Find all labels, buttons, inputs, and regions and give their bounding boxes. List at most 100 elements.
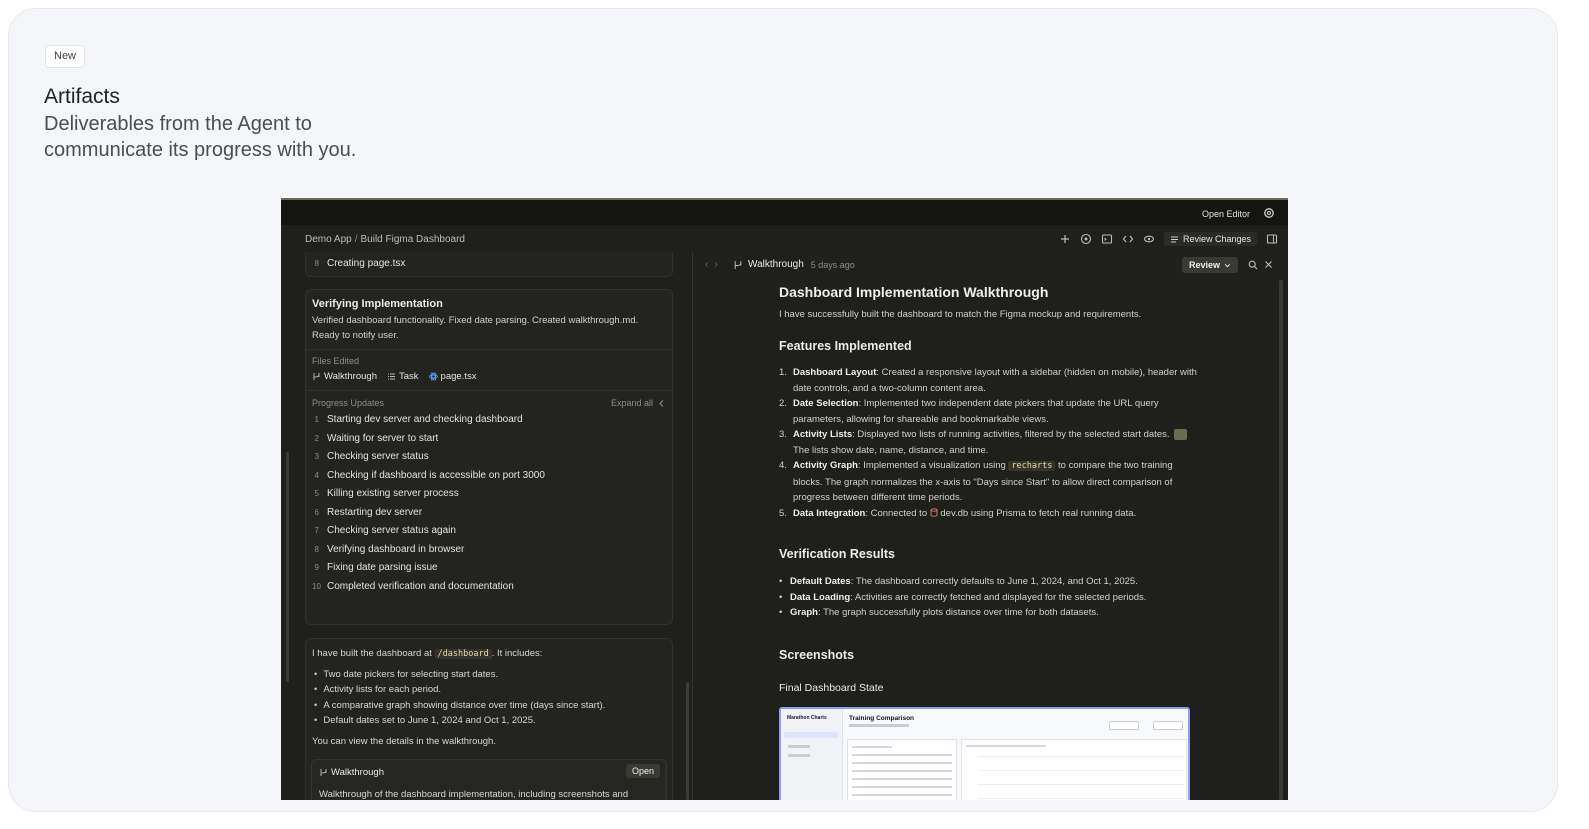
breadcrumb-project[interactable]: Demo App [305, 234, 352, 245]
preview-chart-title-line [966, 745, 1046, 747]
list-item: 1. Dashboard Layout: Created a responsive… [779, 365, 1199, 396]
walkthrough-icon [313, 373, 320, 380]
search-icon[interactable] [1248, 260, 1258, 270]
chevron-left-icon [659, 399, 664, 407]
file-walkthrough[interactable]: Walkthrough [312, 371, 377, 382]
step-number: 2 [314, 433, 319, 443]
item-bold: Default Dates [790, 576, 851, 587]
preview-gridline [978, 770, 1184, 771]
progress-updates-label: Progress Updates [312, 398, 385, 408]
expand-all-button[interactable]: Expand all [611, 398, 666, 408]
step-item[interactable]: 8 Verifying dashboard in browser [312, 544, 666, 555]
code-icon[interactable] [1122, 233, 1134, 245]
step-item[interactable]: 3 Checking server status [312, 451, 666, 462]
github-icon[interactable] [1080, 233, 1092, 245]
section-subtitle: Deliverables from the Agent to communica… [44, 113, 357, 161]
step-number: 6 [314, 507, 319, 517]
review-changes-button[interactable]: Review Changes [1163, 232, 1257, 246]
step-label: Creating page.tsx [327, 258, 406, 269]
step-label: Verifying dashboard in browser [327, 543, 465, 555]
step-item[interactable]: 9 Fixing date parsing issue [312, 562, 666, 573]
preview-table-row [852, 794, 952, 796]
item-text: : Displayed two lists of running activit… [852, 429, 1170, 440]
db-link[interactable]: dev.db [940, 508, 968, 519]
plus-icon[interactable] [1059, 233, 1071, 245]
forward-arrow-icon[interactable]: › [714, 259, 717, 270]
step-label: Restarting dev server [327, 506, 423, 518]
message-outro: You can view the details in the walkthro… [312, 735, 496, 747]
close-icon[interactable] [1264, 260, 1273, 269]
open-editor-button[interactable]: Open Editor [1202, 209, 1250, 219]
open-walkthrough-button[interactable]: Open [625, 764, 660, 778]
doc-title: Dashboard Implementation Walkthrough [779, 284, 1049, 300]
left-scrollbar[interactable] [286, 452, 289, 682]
review-dropdown[interactable]: Review [1181, 257, 1238, 273]
walkthrough-card[interactable]: Walkthrough Open Walkthrough of the dash… [311, 759, 667, 800]
dashboard-path-code: /dashboard [434, 649, 492, 659]
item-bold: Graph [790, 607, 818, 618]
step-item[interactable]: 5 Killing existing server process [312, 488, 666, 499]
artifact-title: Walkthrough [748, 259, 804, 270]
item-number: 4. [779, 460, 787, 471]
screenshots-heading: Screenshots [779, 647, 855, 662]
step-label: Checking server status [327, 451, 429, 462]
step-item[interactable]: 7 Checking server status again [312, 525, 666, 536]
walkthrough-icon [320, 769, 327, 776]
step-label: Completed verification and documentation [327, 580, 514, 592]
step-number: 10 [312, 581, 321, 591]
item-bold: Data Integration [793, 507, 866, 519]
walkthrough-document: Dashboard Implementation Walkthrough I h… [779, 284, 1199, 694]
step-item[interactable]: 2 Waiting for server to start [312, 433, 666, 444]
step-number: 8 [314, 544, 319, 554]
step-item[interactable]: 10 Completed verification and documentati… [312, 581, 666, 592]
file-task[interactable]: Task [387, 371, 419, 382]
step-item[interactable]: 6 Restarting dev server [312, 507, 666, 518]
item-number: 5. [779, 507, 787, 519]
item-bold: Date Selection [793, 398, 859, 409]
list-item: • Default dates set to June 1, 2024 and O… [312, 713, 666, 729]
step-number: 5 [314, 489, 319, 498]
list-item: • Activity lists for each period. [312, 682, 666, 698]
eye-icon[interactable] [1143, 233, 1155, 245]
item-text: : Activities are correctly fetched and d… [850, 591, 1147, 603]
nav-arrows: ‹ › [705, 259, 718, 270]
new-badge: New [45, 45, 86, 68]
preview-table-row [852, 762, 952, 764]
recharts-code: recharts [1008, 461, 1056, 471]
step-number: 4 [314, 470, 319, 480]
back-arrow-icon[interactable]: ‹ [705, 259, 708, 270]
react-icon [428, 372, 438, 381]
item-bold: Activity Graph [793, 460, 858, 471]
section-title: Artifacts [44, 85, 120, 108]
divider [306, 390, 672, 391]
panel-toggle-icon[interactable] [1266, 233, 1278, 245]
step-item[interactable]: 1 Starting dev server and checking dashbo… [312, 414, 666, 425]
gear-icon[interactable] [1262, 206, 1276, 220]
panel-divider[interactable] [692, 252, 693, 800]
preview-activity-table [847, 739, 957, 800]
breadcrumb-separator: / [354, 234, 358, 245]
file-page-tsx[interactable]: page.tsx [428, 371, 476, 382]
breadcrumb-task: Build Figma Dashboard [360, 234, 465, 245]
left-scrollbar-thumb[interactable] [686, 682, 689, 800]
step-label: Killing existing server process [327, 488, 459, 499]
preview-nav-line [788, 754, 810, 757]
verification-block: Verifying Implementation Verified dashbo… [305, 289, 673, 625]
right-scrollbar[interactable] [1279, 280, 1283, 800]
step-label: Checking server status again [327, 525, 456, 536]
artifact-tab: Walkthrough 5 days ago [733, 259, 855, 270]
files-edited-label: Files Edited [312, 356, 360, 366]
comment-icon[interactable] [1173, 428, 1187, 440]
list-item: 5. Data Integration: Connected to dev.db … [779, 506, 1199, 522]
review-label: Review [1188, 260, 1220, 270]
preview-date-picker [1153, 721, 1183, 730]
item-text: : Connected to [865, 507, 930, 519]
dashboard-screenshot[interactable]: Marathon Charts Training Comparison [779, 707, 1190, 800]
walkthrough-card-title: Walkthrough [331, 767, 384, 778]
features-list: 1. Dashboard Layout: Created a responsive… [779, 365, 1199, 521]
step-item[interactable]: 4 Checking if dashboard is accessible on … [312, 470, 666, 481]
step-number: 7 [314, 526, 319, 535]
toolbar: Review Changes [1059, 231, 1278, 247]
preview-table-row [852, 770, 952, 772]
terminal-icon[interactable] [1101, 233, 1113, 245]
